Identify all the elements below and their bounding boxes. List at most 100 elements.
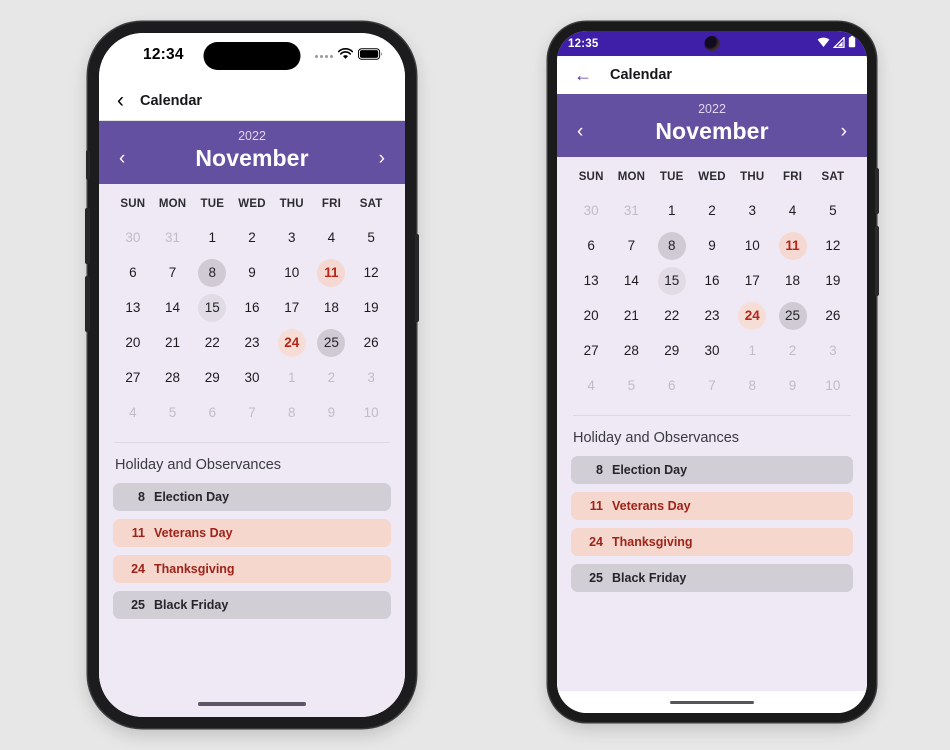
calendar-day-cell[interactable]: 6: [652, 368, 692, 403]
calendar-day-cell[interactable]: 9: [692, 228, 732, 263]
calendar-day-cell[interactable]: 1: [652, 193, 692, 228]
calendar-day-cell[interactable]: 10: [272, 255, 312, 290]
calendar-day-cell[interactable]: 30: [692, 333, 732, 368]
calendar-day-cell[interactable]: 12: [351, 255, 391, 290]
calendar-day-cell[interactable]: 7: [232, 395, 272, 430]
calendar-day-cell[interactable]: 10: [351, 395, 391, 430]
calendar-day-cell[interactable]: 22: [192, 325, 232, 360]
calendar-day-cell[interactable]: 2: [312, 360, 352, 395]
calendar-day-cell[interactable]: 10: [732, 228, 772, 263]
calendar-day-cell[interactable]: 30: [232, 360, 272, 395]
iphone-power-button[interactable]: [414, 234, 419, 322]
calendar-day-cell[interactable]: 19: [813, 263, 853, 298]
calendar-day-cell[interactable]: 23: [232, 325, 272, 360]
calendar-day-cell[interactable]: 14: [611, 263, 651, 298]
iphone-home-indicator-area[interactable]: [99, 691, 405, 717]
calendar-day-cell[interactable]: 3: [732, 193, 772, 228]
calendar-day-cell[interactable]: 2: [232, 220, 272, 255]
calendar-day-cell[interactable]: 31: [153, 220, 193, 255]
calendar-day-cell[interactable]: 13: [113, 290, 153, 325]
calendar-day-cell[interactable]: 29: [652, 333, 692, 368]
calendar-day-cell[interactable]: 24: [732, 298, 772, 333]
calendar-day-cell[interactable]: 26: [813, 298, 853, 333]
calendar-day-cell[interactable]: 28: [153, 360, 193, 395]
calendar-day-cell[interactable]: 23: [692, 298, 732, 333]
calendar-day-cell[interactable]: 29: [192, 360, 232, 395]
calendar-day-cell[interactable]: 15: [652, 263, 692, 298]
calendar-day-cell[interactable]: 6: [192, 395, 232, 430]
previous-month-chevron-left-icon[interactable]: ‹: [577, 122, 583, 141]
calendar-day-cell[interactable]: 9: [772, 368, 812, 403]
calendar-day-cell[interactable]: 25: [312, 325, 352, 360]
calendar-day-cell[interactable]: 10: [813, 368, 853, 403]
calendar-day-cell[interactable]: 8: [652, 228, 692, 263]
calendar-day-cell[interactable]: 11: [312, 255, 352, 290]
holiday-list-item[interactable]: 8 Election Day: [571, 456, 853, 484]
calendar-day-cell[interactable]: 5: [813, 193, 853, 228]
calendar-day-cell[interactable]: 22: [652, 298, 692, 333]
calendar-day-cell[interactable]: 4: [312, 220, 352, 255]
calendar-day-cell[interactable]: 15: [192, 290, 232, 325]
android-volume-button[interactable]: [874, 226, 879, 296]
calendar-day-cell[interactable]: 7: [611, 228, 651, 263]
calendar-day-cell[interactable]: 4: [571, 368, 611, 403]
calendar-day-cell[interactable]: 26: [351, 325, 391, 360]
calendar-day-cell[interactable]: 4: [113, 395, 153, 430]
holiday-list-item[interactable]: 11 Veterans Day: [571, 492, 853, 520]
holiday-list-item[interactable]: 24 Thanksgiving: [113, 555, 391, 583]
holiday-list-item[interactable]: 25 Black Friday: [113, 591, 391, 619]
calendar-day-cell[interactable]: 1: [272, 360, 312, 395]
iphone-volume-up-button[interactable]: [85, 208, 90, 264]
calendar-day-cell[interactable]: 13: [571, 263, 611, 298]
back-chevron-left-icon[interactable]: ‹: [117, 90, 124, 111]
calendar-day-cell[interactable]: 31: [611, 193, 651, 228]
calendar-day-cell[interactable]: 20: [113, 325, 153, 360]
calendar-day-cell[interactable]: 30: [113, 220, 153, 255]
calendar-day-cell[interactable]: 28: [611, 333, 651, 368]
previous-month-chevron-left-icon[interactable]: ‹: [119, 149, 125, 168]
calendar-day-cell[interactable]: 27: [571, 333, 611, 368]
calendar-day-cell[interactable]: 1: [732, 333, 772, 368]
calendar-day-cell[interactable]: 19: [351, 290, 391, 325]
calendar-day-cell[interactable]: 5: [611, 368, 651, 403]
calendar-day-cell[interactable]: 9: [312, 395, 352, 430]
calendar-day-cell[interactable]: 7: [153, 255, 193, 290]
calendar-day-cell[interactable]: 1: [192, 220, 232, 255]
calendar-day-cell[interactable]: 3: [272, 220, 312, 255]
next-month-chevron-right-icon[interactable]: ›: [841, 122, 847, 141]
calendar-day-cell[interactable]: 8: [732, 368, 772, 403]
calendar-day-cell[interactable]: 17: [272, 290, 312, 325]
calendar-day-cell[interactable]: 5: [153, 395, 193, 430]
next-month-chevron-right-icon[interactable]: ›: [379, 149, 385, 168]
android-power-button[interactable]: [874, 168, 879, 214]
calendar-day-cell[interactable]: 7: [692, 368, 732, 403]
calendar-day-cell[interactable]: 30: [571, 193, 611, 228]
holiday-list-item[interactable]: 24 Thanksgiving: [571, 528, 853, 556]
calendar-day-cell[interactable]: 3: [813, 333, 853, 368]
calendar-day-cell[interactable]: 6: [113, 255, 153, 290]
calendar-day-cell[interactable]: 21: [153, 325, 193, 360]
calendar-day-cell[interactable]: 20: [571, 298, 611, 333]
calendar-day-cell[interactable]: 25: [772, 298, 812, 333]
calendar-day-cell[interactable]: 5: [351, 220, 391, 255]
calendar-day-cell[interactable]: 21: [611, 298, 651, 333]
calendar-day-cell[interactable]: 8: [192, 255, 232, 290]
back-arrow-left-icon[interactable]: ←: [574, 66, 592, 84]
calendar-day-cell[interactable]: 6: [571, 228, 611, 263]
iphone-volume-down-button[interactable]: [85, 276, 90, 332]
calendar-day-cell[interactable]: 27: [113, 360, 153, 395]
calendar-day-cell[interactable]: 18: [772, 263, 812, 298]
calendar-day-cell[interactable]: 17: [732, 263, 772, 298]
holiday-list-item[interactable]: 11 Veterans Day: [113, 519, 391, 547]
holiday-list-item[interactable]: 25 Black Friday: [571, 564, 853, 592]
calendar-day-cell[interactable]: 9: [232, 255, 272, 290]
calendar-day-cell[interactable]: 18: [312, 290, 352, 325]
calendar-day-cell[interactable]: 2: [772, 333, 812, 368]
calendar-day-cell[interactable]: 24: [272, 325, 312, 360]
calendar-day-cell[interactable]: 4: [772, 193, 812, 228]
calendar-day-cell[interactable]: 14: [153, 290, 193, 325]
calendar-day-cell[interactable]: 2: [692, 193, 732, 228]
calendar-day-cell[interactable]: 8: [272, 395, 312, 430]
calendar-day-cell[interactable]: 3: [351, 360, 391, 395]
calendar-day-cell[interactable]: 16: [232, 290, 272, 325]
